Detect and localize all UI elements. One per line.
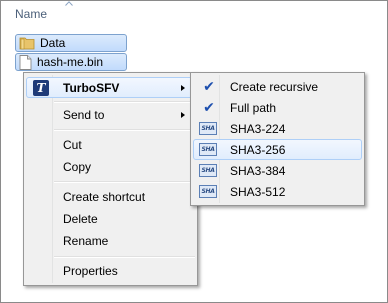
menu-item-label: Delete: [63, 211, 98, 226]
menu-item-label: Cut: [63, 137, 82, 152]
menu-item-create-shortcut[interactable]: Create shortcut: [26, 186, 195, 207]
turbosfv-icon: T: [33, 80, 49, 96]
menu-item-rename[interactable]: Rename: [26, 230, 195, 251]
menu-item-turbosfv[interactable]: T TurboSFV: [26, 77, 195, 98]
menu-item-label: Rename: [63, 233, 109, 248]
submenu-item-label: SHA3-224: [230, 121, 286, 136]
submenu-item-create-recursive[interactable]: ✔ Create recursive: [193, 76, 362, 97]
menu-item-label: TurboSFV: [63, 80, 120, 95]
menu-separator: [54, 256, 195, 258]
menu-item-copy[interactable]: Copy: [26, 156, 195, 177]
menu-item-label: Copy: [63, 159, 92, 174]
name-column-header[interactable]: Name: [15, 7, 47, 21]
folder-icon: [19, 37, 35, 50]
context-menu: T TurboSFV Send to Cut Copy Create short…: [23, 72, 198, 286]
menu-item-label: Properties: [63, 263, 118, 278]
menu-item-send-to[interactable]: Send to: [26, 104, 195, 125]
menu-item-label: Send to: [63, 107, 105, 122]
folder-item-label: Data: [40, 36, 66, 50]
submenu-item-sha3-512[interactable]: SHA SHA3-512: [193, 181, 362, 202]
submenu-item-label: Create recursive: [230, 79, 319, 94]
folder-item-data[interactable]: Data: [15, 34, 127, 52]
file-icon: [19, 54, 32, 70]
submenu-arrow-icon: [181, 85, 185, 91]
submenu-item-label: SHA3-256: [230, 142, 286, 157]
menu-item-delete[interactable]: Delete: [26, 208, 195, 229]
sha-icon: SHA: [199, 164, 217, 177]
submenu-item-sha3-224[interactable]: SHA SHA3-224: [193, 118, 362, 139]
submenu-item-label: Full path: [230, 100, 277, 115]
check-icon: ✔: [203, 79, 215, 95]
turbosfv-submenu: ✔ Create recursive ✔ Full path SHA SHA3-…: [190, 72, 365, 206]
menu-item-properties[interactable]: Properties: [26, 260, 195, 281]
submenu-item-full-path[interactable]: ✔ Full path: [193, 97, 362, 118]
menu-item-label: Create shortcut: [63, 189, 146, 204]
check-icon: ✔: [203, 100, 215, 116]
menu-separator: [54, 129, 195, 131]
submenu-item-label: SHA3-384: [230, 163, 286, 178]
file-item-hash-me[interactable]: hash-me.bin: [15, 53, 127, 71]
sha-icon: SHA: [199, 143, 217, 156]
submenu-item-sha3-256[interactable]: SHA SHA3-256: [193, 139, 362, 160]
sort-ascending-icon[interactable]: [65, 1, 73, 6]
menu-separator: [54, 101, 195, 103]
menu-item-cut[interactable]: Cut: [26, 134, 195, 155]
sha-icon: SHA: [199, 122, 217, 135]
submenu-item-sha3-384[interactable]: SHA SHA3-384: [193, 160, 362, 181]
explorer-window: Name Data hash-me.bin T TurboSFV Send to: [0, 0, 388, 303]
sha-icon: SHA: [199, 185, 217, 198]
submenu-arrow-icon: [181, 112, 185, 118]
submenu-item-label: SHA3-512: [230, 184, 286, 199]
menu-separator: [54, 181, 195, 183]
file-item-label: hash-me.bin: [37, 55, 104, 69]
